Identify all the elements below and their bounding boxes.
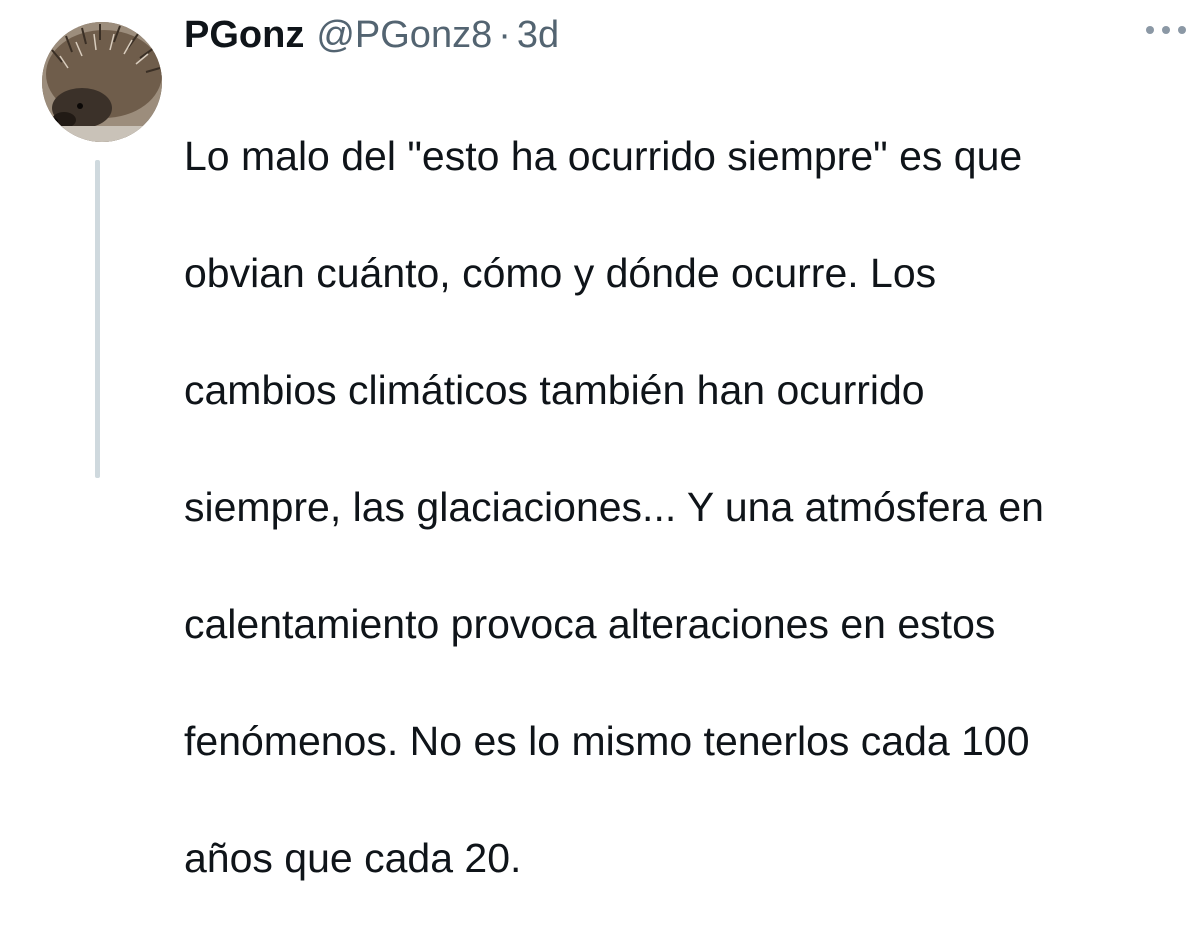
thread-line xyxy=(95,160,100,478)
avatar[interactable] xyxy=(42,22,162,142)
more-options-icon[interactable] xyxy=(1146,18,1186,42)
more-dot xyxy=(1146,26,1154,34)
separator-dot: · xyxy=(498,13,511,56)
more-dot xyxy=(1162,26,1170,34)
more-dot xyxy=(1178,26,1186,34)
tweet[interactable]: PGonz @PGonz8 · 3d Lo malo del "esto ha … xyxy=(0,0,1200,881)
tweet-text-line: fenómenos. No es lo mismo tenerlos cada … xyxy=(184,717,1030,764)
tweet-text-line: calentamiento provoca alteraciones en es… xyxy=(184,600,996,647)
user-handle[interactable]: @PGonz8 xyxy=(316,14,492,57)
tweet-text-line: obvian cuánto, cómo y dónde ocurre. Los xyxy=(184,249,937,296)
tweet-header: PGonz @PGonz8 · 3d xyxy=(184,10,559,60)
display-name[interactable]: PGonz xyxy=(184,14,304,57)
tweet-text: Lo malo del "esto ha ocurrido siempre" e… xyxy=(184,68,1184,946)
tweet-text-line: cambios climáticos también han ocurrido xyxy=(184,366,925,413)
hedgehog-icon xyxy=(42,22,162,142)
tweet-text-line: años que cada 20. xyxy=(184,834,522,881)
tweet-text-line: Lo malo del "esto ha ocurrido siempre" e… xyxy=(184,132,1023,179)
tweet-text-line: siempre, las glaciaciones... Y una atmós… xyxy=(184,483,1044,530)
timestamp[interactable]: 3d xyxy=(517,14,559,57)
